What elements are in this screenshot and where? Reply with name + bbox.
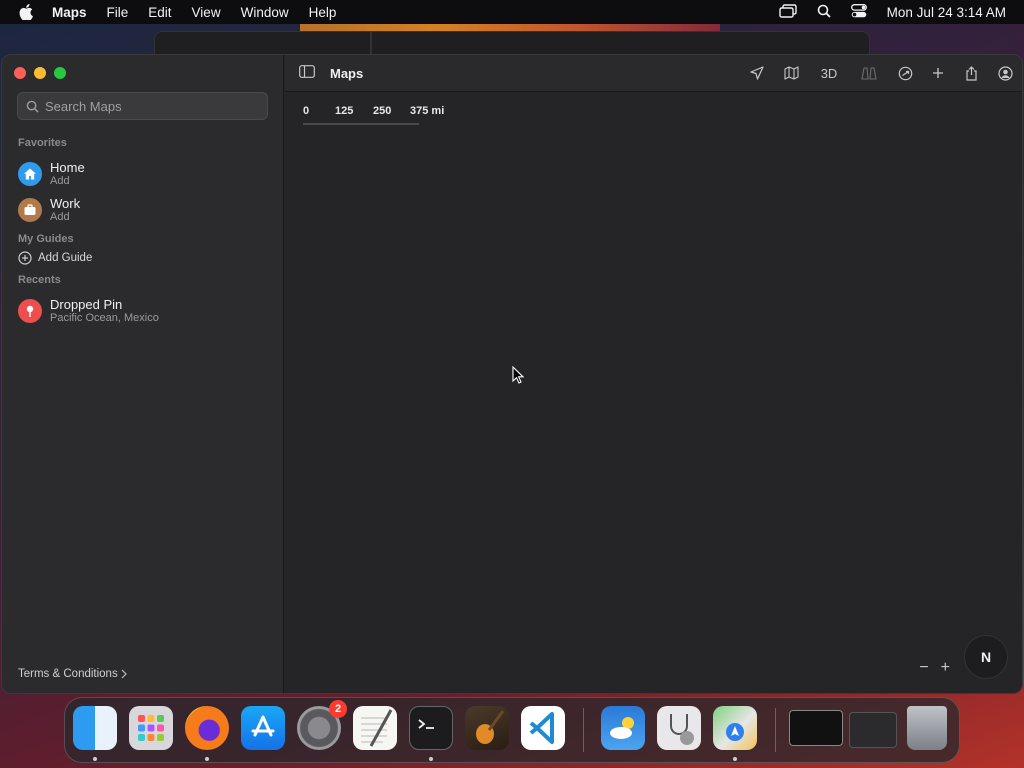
sidebar-toggle-icon[interactable]	[299, 65, 315, 83]
favorites-header: Favorites	[18, 137, 67, 149]
toolbar-title: Maps	[330, 66, 364, 81]
minimized-window-thumbnail[interactable]	[789, 710, 843, 746]
house-icon	[18, 162, 42, 186]
recent-dropped-pin[interactable]: Dropped Pin Pacific Ocean, Mexico	[18, 297, 159, 325]
zoom-controls: − +	[919, 659, 950, 677]
menu-help[interactable]: Help	[309, 5, 347, 20]
share-icon[interactable]	[961, 64, 981, 82]
close-button[interactable]	[14, 67, 26, 79]
window-controls	[14, 67, 66, 79]
look-around-icon	[859, 64, 879, 82]
toolbar: Maps 3D	[285, 55, 1022, 92]
favorite-home-sub: Add	[50, 175, 70, 187]
plus-circle-icon	[18, 251, 32, 265]
zoom-out-button[interactable]: −	[919, 659, 928, 677]
menu-clock[interactable]: Mon Jul 24 3:14 AM	[887, 5, 1006, 20]
menu-window[interactable]: Window	[241, 5, 299, 20]
trash-icon[interactable]	[907, 706, 947, 750]
current-location-icon[interactable]	[747, 64, 767, 82]
add-icon[interactable]	[928, 64, 948, 82]
sidebar: Favorites Home Add Work Add My Guides Ad…	[2, 55, 284, 693]
scale-label: 375 mi	[410, 105, 445, 117]
scale-label: 0	[303, 105, 310, 117]
favorite-work-sub: Add	[50, 211, 70, 223]
search-field[interactable]	[17, 92, 268, 120]
add-guide-button[interactable]: Add Guide	[18, 251, 92, 265]
minimized-window-thumbnail[interactable]	[849, 712, 897, 748]
garageband-icon[interactable]	[465, 706, 509, 750]
search-icon	[26, 100, 39, 113]
recent-sub: Pacific Ocean, Mexico	[50, 312, 159, 324]
chevron-right-icon	[121, 669, 127, 679]
favorite-home-title: Home	[50, 160, 85, 175]
menu-view[interactable]: View	[192, 5, 231, 20]
minimize-button[interactable]	[34, 67, 46, 79]
favorite-work[interactable]: Work Add	[18, 196, 80, 224]
firefox-icon[interactable]	[185, 706, 229, 750]
menu-file[interactable]: File	[107, 5, 139, 20]
account-icon[interactable]	[995, 64, 1015, 82]
disk-utility-icon[interactable]	[657, 706, 701, 750]
recents-header: Recents	[18, 274, 61, 286]
3d-button[interactable]: 3D	[817, 64, 841, 82]
compass[interactable]: N	[964, 635, 1008, 679]
menu-bar: Maps File Edit View Window Help Mon Jul …	[0, 0, 1024, 24]
finder-icon[interactable]	[73, 706, 117, 750]
pin-icon	[18, 299, 42, 323]
my-guides-header: My Guides	[18, 233, 74, 245]
apple-menu-icon[interactable]	[0, 4, 52, 20]
scale-label: 250	[373, 105, 392, 117]
mouse-cursor-icon	[512, 365, 525, 389]
recent-title: Dropped Pin	[50, 297, 123, 312]
scale-label: 125	[335, 105, 354, 117]
system-settings-icon[interactable]: 2	[297, 700, 347, 750]
vscode-icon[interactable]	[521, 706, 565, 750]
notification-badge: 2	[329, 700, 347, 718]
terminal-icon[interactable]	[409, 706, 453, 750]
add-guide-label: Add Guide	[38, 252, 93, 264]
app-store-icon[interactable]	[241, 706, 285, 750]
search-input[interactable]	[45, 98, 255, 114]
textedit-icon[interactable]	[353, 706, 397, 750]
spotlight-search-icon[interactable]	[817, 4, 831, 21]
menu-edit[interactable]: Edit	[148, 5, 181, 20]
dock: 2	[64, 697, 960, 763]
screen-mirroring-icon[interactable]	[778, 3, 797, 21]
maps-icon[interactable]	[713, 706, 757, 750]
map-mode-icon[interactable]	[781, 64, 801, 82]
favorite-home[interactable]: Home Add	[18, 160, 85, 188]
compass-north-label: N	[980, 649, 992, 665]
zoom-in-button[interactable]: +	[941, 659, 950, 677]
menu-app-maps[interactable]: Maps	[52, 5, 97, 20]
favorite-work-title: Work	[50, 196, 81, 211]
control-center-icon[interactable]	[850, 3, 867, 21]
weather-icon[interactable]	[601, 706, 645, 750]
terms-label: Terms & Conditions	[18, 668, 118, 680]
map-area[interactable]: Maps 3D 0 125 250 375 mi − + N	[285, 55, 1022, 693]
maximize-button[interactable]	[54, 67, 66, 79]
traffic-icon[interactable]	[895, 64, 915, 82]
scale-bar	[303, 123, 419, 125]
terms-link[interactable]: Terms & Conditions	[18, 668, 127, 680]
launchpad-icon[interactable]	[129, 706, 173, 750]
briefcase-icon	[18, 198, 42, 222]
